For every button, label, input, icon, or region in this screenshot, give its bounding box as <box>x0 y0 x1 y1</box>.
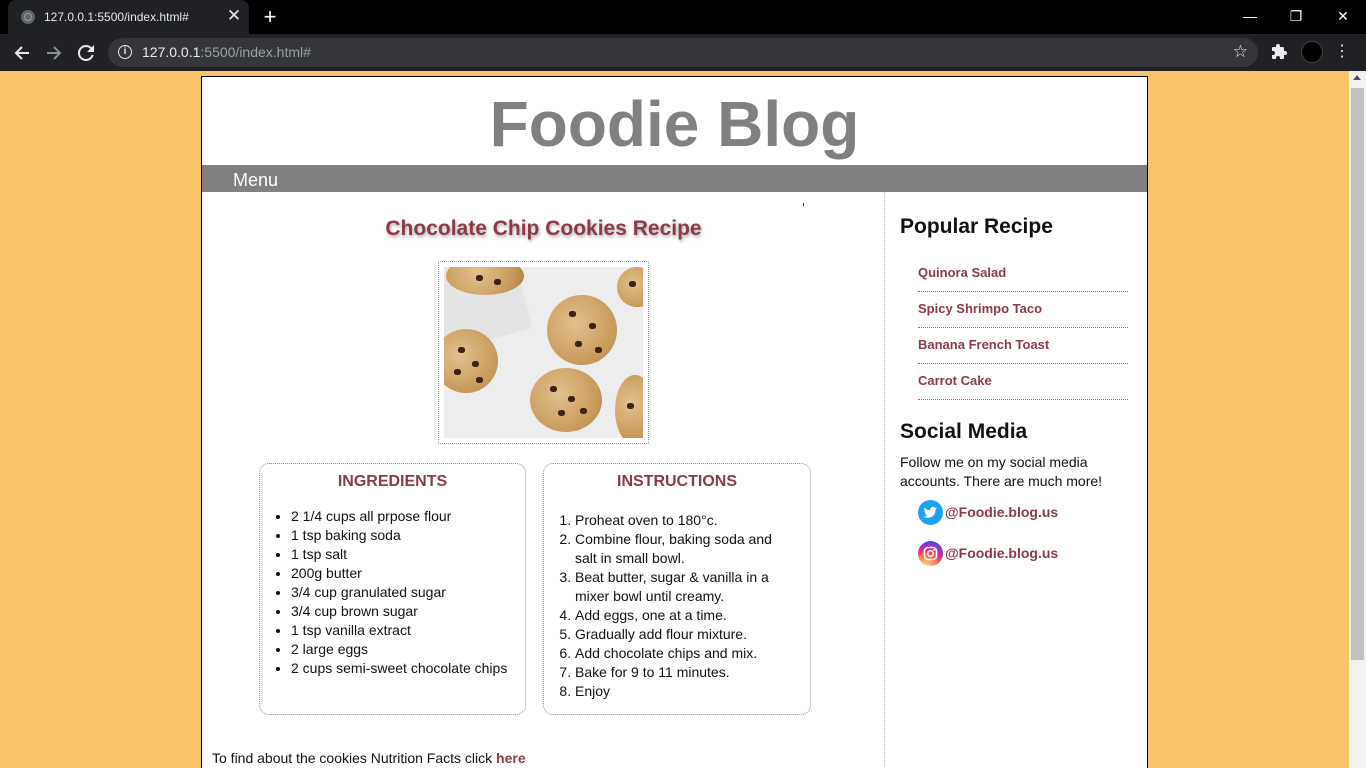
instruction-step: Enjoy <box>575 682 796 701</box>
instructions-list: Proheat oven to 180°c. Combine flour, ba… <box>544 511 810 701</box>
popular-recipe-heading: Popular Recipe <box>900 215 1053 238</box>
nutrition-note: To find about the cookies Nutrition Fact… <box>212 750 526 766</box>
page-scrollbar[interactable] <box>1349 71 1366 768</box>
popular-recipe-link[interactable]: Spicy Shrimpo Taco <box>918 292 1128 328</box>
blog-title: Foodie Blog <box>489 88 860 160</box>
twitter-icon <box>918 500 943 525</box>
minimize-button[interactable]: — <box>1227 2 1273 30</box>
close-icon[interactable]: ✕ <box>225 7 243 25</box>
ingredient-item: 3/4 cup granulated sugar <box>291 583 525 602</box>
ingredient-item: 2 large eggs <box>291 640 525 659</box>
main-content: Chocolate Chip Cookies Recipe INGREDIENT… <box>202 192 885 768</box>
social-description: Follow me on my social media accounts. T… <box>900 454 1103 489</box>
nutrition-text: To find about the cookies Nutrition Fact… <box>212 750 497 766</box>
reload-icon[interactable] <box>74 41 98 65</box>
social-media-heading: Social Media <box>900 420 1028 443</box>
sidebar: Popular Recipe Quinora Salad Spicy Shrim… <box>884 192 1147 768</box>
url-text: 127.0.0.1:5500/index.html# <box>142 44 311 60</box>
ingredients-list: 2 1/4 cups all prpose flour 1 tsp baking… <box>260 507 525 678</box>
ingredient-item: 2 1/4 cups all prpose flour <box>291 507 525 526</box>
ingredient-item: 200g butter <box>291 564 525 583</box>
instruction-step: Bake for 9 to 11 minutes. <box>575 663 796 682</box>
browser-toolbar: i 127.0.0.1:5500/index.html# ☆ <box>0 34 1366 71</box>
window-close-button[interactable]: ✕ <box>1320 2 1366 30</box>
scroll-up-arrow-icon[interactable] <box>1353 75 1361 80</box>
extensions-icon[interactable] <box>1268 40 1292 64</box>
popular-recipe-list: Quinora Salad Spicy Shrimpo Taco Banana … <box>918 256 1128 400</box>
ingredients-heading: INGREDIENTS <box>337 473 448 490</box>
active-tab[interactable]: 127.0.0.1:5500/index.html# ✕ <box>8 0 249 34</box>
nutrition-link[interactable]: here <box>496 750 526 766</box>
profile-icon[interactable] <box>1301 41 1323 63</box>
new-tab-icon[interactable]: + <box>257 4 283 30</box>
tab-title: 127.0.0.1:5500/index.html# <box>44 10 189 24</box>
ingredient-item: 3/4 cup brown sugar <box>291 602 525 621</box>
tab-strip: 127.0.0.1:5500/index.html# ✕ + — ❐ ✕ <box>0 0 1366 34</box>
instruction-step: Gradually add flour mixture. <box>575 625 796 644</box>
favicon-icon <box>21 10 35 24</box>
popular-recipe-link[interactable]: Quinora Salad <box>918 256 1128 292</box>
popular-recipe-link[interactable]: Banana French Toast <box>918 328 1128 364</box>
instruction-step: Add chocolate chips and mix. <box>575 644 796 663</box>
ingredients-card: INGREDIENTS 2 1/4 cups all prpose flour … <box>259 463 526 715</box>
ingredient-item: 1 tsp vanilla extract <box>291 621 525 640</box>
menu-bar: Menu <box>202 165 1147 192</box>
ingredient-item: 2 cups semi-sweet chocolate chips <box>291 659 525 678</box>
back-icon[interactable] <box>10 41 34 65</box>
info-icon[interactable]: i <box>118 45 132 59</box>
instructions-card: INSTRUCTIONS Proheat oven to 180°c. Comb… <box>543 463 811 715</box>
popular-recipe-link[interactable]: Carrot Cake <box>918 364 1128 400</box>
ingredient-item: 1 tsp baking soda <box>291 526 525 545</box>
cookies-photo <box>444 267 643 438</box>
forward-icon[interactable] <box>42 41 66 65</box>
recipe-title: Chocolate Chip Cookies Recipe <box>385 217 702 240</box>
menu-kebab-icon[interactable]: ⋮ <box>1334 40 1350 64</box>
scroll-thumb[interactable] <box>1351 88 1364 660</box>
blog-page: Foodie Blog Menu Chocolate Chip Cookies … <box>201 76 1148 768</box>
instruction-step: Add eggs, one at a time. <box>575 606 796 625</box>
address-bar[interactable]: i 127.0.0.1:5500/index.html# ☆ <box>108 38 1258 67</box>
star-icon[interactable]: ☆ <box>1233 42 1248 62</box>
instagram-handle: @Foodie.blog.us <box>945 545 1059 561</box>
instruction-step: Beat butter, sugar & vanilla in a mixer … <box>575 568 796 606</box>
instruction-step: Proheat oven to 180°c. <box>575 511 796 530</box>
twitter-handle: @Foodie.blog.us <box>945 504 1059 520</box>
instagram-icon <box>918 541 943 566</box>
menu-link[interactable]: Menu <box>233 170 278 190</box>
ingredient-item: 1 tsp salt <box>291 545 525 564</box>
instructions-heading: INSTRUCTIONS <box>617 473 737 490</box>
recipe-image-frame <box>438 261 649 444</box>
restore-button[interactable]: ❐ <box>1273 2 1319 30</box>
instruction-step: Combine flour, baking soda and salt in s… <box>575 530 796 568</box>
